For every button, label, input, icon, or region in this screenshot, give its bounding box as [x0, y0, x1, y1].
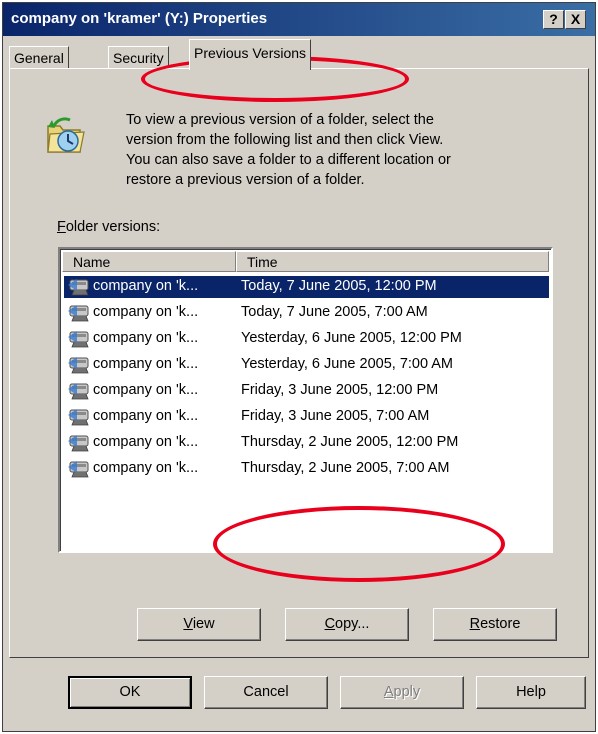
apply-button[interactable]: Apply: [340, 676, 464, 709]
title-bar[interactable]: company on 'kramer' (Y:) Properties ? X: [3, 3, 595, 36]
tab-security[interactable]: Security: [108, 46, 169, 68]
version-name: company on 'k...: [93, 460, 199, 476]
version-name: company on 'k...: [93, 356, 199, 372]
version-time: Today, 7 June 2005, 12:00 PM: [241, 278, 437, 294]
version-row[interactable]: company on 'k... Friday, 3 June 2005, 12:…: [64, 380, 549, 402]
folder-versions-list[interactable]: Name Time company on 'k... Today, 7 June …: [58, 247, 553, 553]
version-time: Yesterday, 6 June 2005, 7:00 AM: [241, 356, 454, 372]
description-line: To view a previous version of a folder, …: [126, 112, 434, 128]
version-row[interactable]: company on 'k... Today, 7 June 2005, 7:00…: [64, 302, 549, 324]
version-name: company on 'k...: [93, 304, 199, 320]
network-drive-icon: [68, 355, 92, 375]
version-time: Friday, 3 June 2005, 7:00 AM: [241, 408, 430, 424]
column-header-name[interactable]: Name: [62, 251, 236, 272]
version-name: company on 'k...: [93, 382, 199, 398]
version-row[interactable]: company on 'k... Friday, 3 June 2005, 7:0…: [64, 406, 549, 428]
network-drive-icon: [68, 381, 92, 401]
version-row[interactable]: company on 'k... Thursday, 2 June 2005, 7…: [64, 458, 549, 480]
folder-restore-icon: [47, 117, 85, 153]
view-button[interactable]: View: [137, 608, 261, 641]
version-name: company on 'k...: [93, 278, 199, 294]
description-line: version from the following list and then…: [126, 132, 444, 148]
version-row[interactable]: company on 'k... Yesterday, 6 June 2005, …: [64, 328, 549, 350]
copy-button[interactable]: Copy...: [285, 608, 409, 641]
version-row[interactable]: company on 'k... Thursday, 2 June 2005, 1…: [64, 432, 549, 454]
description-text: To view a previous version of a folder, …: [126, 110, 546, 190]
version-time: Thursday, 2 June 2005, 7:00 AM: [241, 460, 450, 476]
network-drive-icon: [68, 329, 92, 349]
restore-button[interactable]: Restore: [433, 608, 557, 641]
tab-strip: General Security Previous Versions: [3, 36, 595, 72]
network-drive-icon: [68, 277, 92, 297]
properties-window: company on 'kramer' (Y:) Properties ? X …: [2, 2, 596, 732]
description-line: restore a previous version of a folder.: [126, 172, 365, 188]
network-drive-icon: [68, 303, 92, 323]
version-name: company on 'k...: [93, 330, 199, 346]
tab-previous-versions[interactable]: Previous Versions: [189, 39, 312, 70]
column-header-time[interactable]: Time: [236, 251, 549, 272]
description-line: You can also save a folder to a differen…: [126, 152, 451, 168]
network-drive-icon: [68, 433, 92, 453]
network-drive-icon: [68, 407, 92, 427]
version-time: Yesterday, 6 June 2005, 12:00 PM: [241, 330, 462, 346]
version-time: Today, 7 June 2005, 7:00 AM: [241, 304, 428, 320]
version-name: company on 'k...: [93, 408, 199, 424]
version-time: Friday, 3 June 2005, 12:00 PM: [241, 382, 439, 398]
version-time: Thursday, 2 June 2005, 12:00 PM: [241, 434, 459, 450]
version-row[interactable]: company on 'k... Yesterday, 6 June 2005, …: [64, 354, 549, 376]
version-name: company on 'k...: [93, 434, 199, 450]
network-drive-icon: [68, 459, 92, 479]
folder-versions-label: Folder versions:: [57, 219, 161, 235]
help-button[interactable]: ?: [543, 10, 564, 29]
cancel-button[interactable]: Cancel: [204, 676, 328, 709]
window-title: company on 'kramer' (Y:) Properties: [11, 10, 268, 27]
version-row[interactable]: company on 'k... Today, 7 June 2005, 12:0…: [64, 276, 549, 298]
ok-button[interactable]: OK: [68, 676, 192, 709]
previous-versions-panel: To view a previous version of a folder, …: [9, 68, 589, 658]
help-footer-button[interactable]: Help: [476, 676, 586, 709]
close-button[interactable]: X: [565, 10, 586, 29]
tab-general[interactable]: General: [9, 46, 69, 68]
